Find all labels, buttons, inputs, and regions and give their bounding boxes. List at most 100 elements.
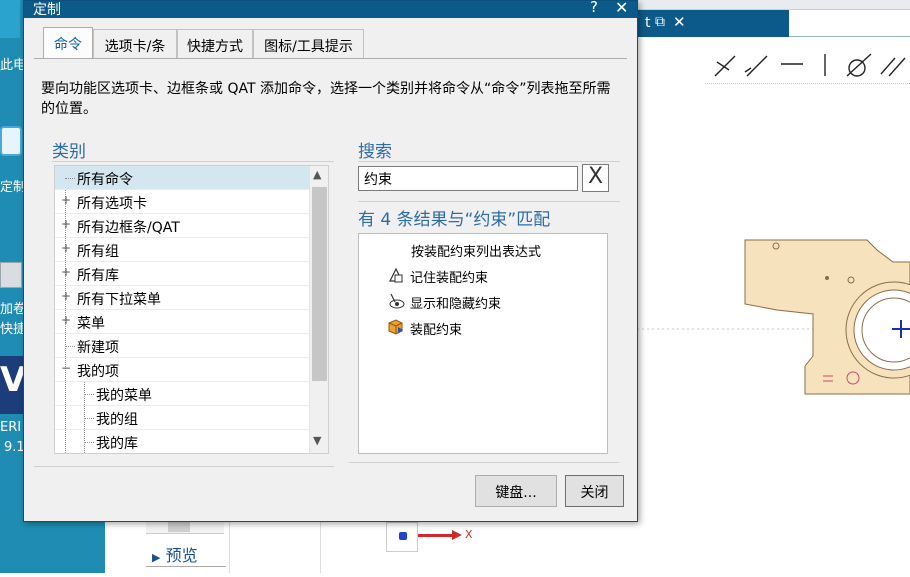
scroll-thumb[interactable] [168,522,190,532]
category-tree[interactable]: 所有命令 + 所有选项卡 + 所有边框条/QAT + 所有组 + 所有库 + 所… [54,165,329,454]
expand-plus-icon[interactable]: + [61,194,71,206]
collapse-minus-icon[interactable]: − [61,362,71,374]
tab-shortcuts[interactable]: 快捷方式 [177,29,253,58]
desktop-icon-label: ERI [0,420,22,435]
document-tab-label: t [645,15,651,31]
dialog-titlebar[interactable]: 定制 ? ✕ [24,0,637,18]
x-axis-label: X [465,528,473,541]
close-button[interactable]: 关闭 [565,475,624,507]
parallel-icon[interactable] [880,57,906,77]
assembly-constraint-icon [388,319,403,335]
tab-window-icon[interactable]: ⧉ [655,14,665,30]
tab-underline [789,36,910,37]
tree-item-label: 所有命令 [77,172,133,188]
category-heading: 类别 [52,142,86,162]
tree-item-all-libraries[interactable]: + 所有库 [55,262,309,286]
search-result-count: 有 4 条结果与“约束”匹配 [358,210,551,230]
result-item-list-expressions[interactable]: 按装配约束列出表达式 [411,241,541,260]
search-heading: 搜索 [358,142,392,162]
extend-icon[interactable] [744,55,768,77]
app-top-strip [637,0,910,10]
drive-icon [0,262,22,288]
tree-item-my-items[interactable]: − 我的项 [55,358,309,382]
scroll-down-icon[interactable]: ▼ [313,434,321,447]
customize-dialog: 定制 ? ✕ 命令 选项卡/条 快捷方式 图标/工具提示 要向功能区选项卡、边框… [23,0,638,522]
result-label: 显示和隐藏约束 [410,297,502,312]
tree-item-label: 所有库 [77,268,119,284]
tab-label: 快捷方式 [187,39,243,55]
tree-item-new-items[interactable]: 新建项 [55,334,309,358]
result-label: 装配约束 [410,323,463,338]
command-results-list[interactable]: 按装配约束列出表达式 记住装配约束 显示和隐藏约束 装配约束 [358,233,608,454]
expand-plus-icon[interactable]: + [61,290,71,302]
tree-connector [65,178,75,179]
panel-divider [146,566,226,567]
tree-item-label: 我的项 [77,364,119,380]
graphics-canvas[interactable] [637,84,910,573]
tree-connector [84,394,94,395]
tab-commands[interactable]: 命令 [43,27,93,59]
tab-label: 选项卡/条 [104,39,166,55]
dialog-title: 定制 [33,2,61,18]
tree-item-my-menus[interactable]: 我的菜单 [55,382,309,406]
tab-icons-tooltips[interactable]: 图标/工具提示 [253,29,364,58]
search-input[interactable] [358,166,578,191]
tree-item-label: 所有组 [77,244,119,260]
tree-connector [84,442,94,443]
tree-item-label: 新建项 [77,340,119,356]
expand-plus-icon[interactable]: + [61,266,71,278]
computer-icon [0,0,20,38]
preview-toggle[interactable]: ▶ 预览 [152,542,198,566]
remember-constraint-icon [389,267,403,283]
origin-point-icon [399,532,407,540]
tree-item-all-dropdowns[interactable]: + 所有下拉菜单 [55,286,309,310]
result-label: 记住装配约束 [410,271,489,286]
x-axis-arrow [418,534,454,537]
app-icon [0,126,22,156]
keyboard-button[interactable]: 键盘... [475,475,557,507]
scroll-up-icon[interactable]: ▲ [313,168,321,181]
clear-search-icon[interactable]: X [582,164,609,192]
tree-connector [84,418,94,419]
panel-divider [320,520,321,573]
trim-icon[interactable] [714,55,736,77]
tree-item-label: 所有选项卡 [77,196,147,212]
expand-plus-icon[interactable]: + [61,218,71,230]
tree-item-my-libraries[interactable]: 我的库 [55,430,309,453]
tree-item-all-tabs[interactable]: + 所有选项卡 [55,190,309,214]
section-divider [34,466,334,467]
tree-item-all-commands[interactable]: 所有命令 [55,166,309,190]
tangent-circle-icon[interactable] [846,53,872,77]
x-axis-arrowhead [452,530,462,540]
category-scrollbar[interactable]: ▲ ▼ [309,166,328,453]
preview-label: 预览 [165,546,198,565]
tree-item-my-groups[interactable]: 我的组 [55,406,309,430]
section-divider [358,201,620,202]
tree-item-label: 我的库 [96,436,138,452]
expand-plus-icon[interactable]: + [61,314,71,326]
section-divider [349,462,619,463]
tree-item-all-border-bars[interactable]: + 所有边框条/QAT [55,214,309,238]
tree-connector [65,346,75,347]
section-divider [358,161,620,162]
scroll-thumb[interactable] [312,187,327,381]
tree-item-label: 所有边框条/QAT [77,220,180,236]
help-icon[interactable]: ? [590,0,598,16]
expand-plus-icon[interactable]: + [61,242,71,254]
panel-scrollbar[interactable] [146,520,224,534]
document-tab[interactable]: t ⧉ ✕ [637,10,789,37]
close-icon[interactable]: ✕ [615,0,628,17]
show-hide-constraint-icon [389,293,405,309]
desktop-icon-label: 9.1 [4,440,25,455]
sketch-toolbar [705,48,910,84]
tree-item-all-groups[interactable]: + 所有组 [55,238,309,262]
tree-item-label: 我的组 [96,412,138,428]
tab-tabs-bars[interactable]: 选项卡/条 [93,29,177,58]
tree-item-label: 所有下拉菜单 [77,292,161,308]
tab-close-icon[interactable]: ✕ [673,13,686,31]
tree-item-menus[interactable]: + 菜单 [55,310,309,334]
tree-item-label: 我的菜单 [96,388,152,404]
tree-item-label: 菜单 [77,316,105,332]
tab-label: 图标/工具提示 [264,39,353,55]
part-model [744,239,910,395]
